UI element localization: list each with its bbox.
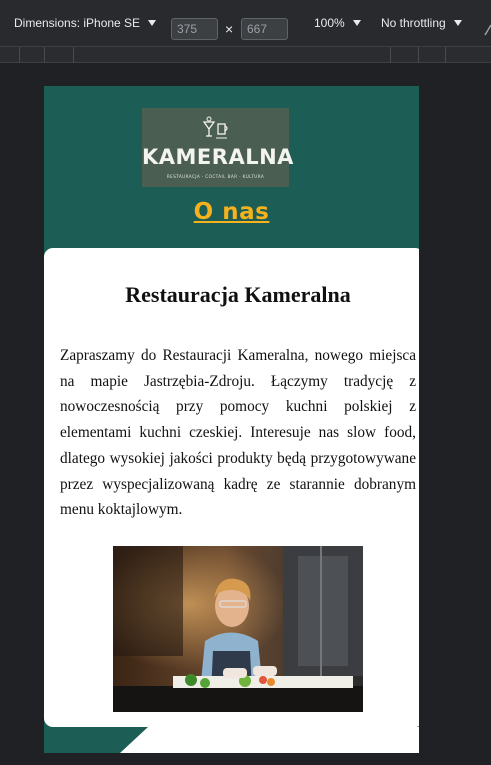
device-select-label: Dimensions: iPhone SE [14,16,141,30]
devtools-device-toolbar: Dimensions: iPhone SE × 100% No throttli… [0,0,491,46]
page-title: Restauracja Kameralna [125,282,351,307]
chef-photo [113,546,363,712]
height-input[interactable] [241,18,288,40]
ruler-segment[interactable] [73,47,74,63]
pen-icon[interactable] [484,22,491,36]
device-select[interactable]: Dimensions: iPhone SE [14,0,157,46]
zoom-select[interactable]: 100% [314,0,361,46]
zoom-label: 100% [314,16,345,30]
about-link[interactable]: O nas [44,199,419,225]
throttling-select[interactable]: No throttling [381,0,462,46]
chevron-down-icon [352,20,361,26]
width-input[interactable] [171,18,218,40]
page-viewport[interactable]: KAMERALNA RESTAURACJA · COCTAIL BAR · KU… [44,86,419,753]
decorative-corner [44,727,419,753]
logo-wordmark: KAMERALNA [142,145,294,169]
ruler-segment[interactable] [390,47,391,63]
ruler-segment[interactable] [19,47,20,63]
logo[interactable]: KAMERALNA RESTAURACJA · COCTAIL BAR · KU… [142,108,294,187]
chevron-down-icon [148,20,157,26]
logo-tagline: RESTAURACJA · COCTAIL BAR · KULTURA [166,174,265,179]
times-separator: × [225,21,234,37]
cocktail-glass-icon [202,116,228,139]
ruler-segment[interactable] [445,47,446,63]
intro-paragraph: Zapraszamy do Restauracji Kameralna, now… [60,347,416,519]
ruler-segment[interactable] [44,47,45,63]
media-query-ruler [0,46,491,63]
content-card: Restauracja Kameralna Zapraszamy do Rest… [44,248,419,727]
chevron-down-icon [453,20,462,26]
chef-photo-image [113,546,363,712]
throttling-label: No throttling [381,16,446,30]
ruler-segment[interactable] [418,47,419,63]
